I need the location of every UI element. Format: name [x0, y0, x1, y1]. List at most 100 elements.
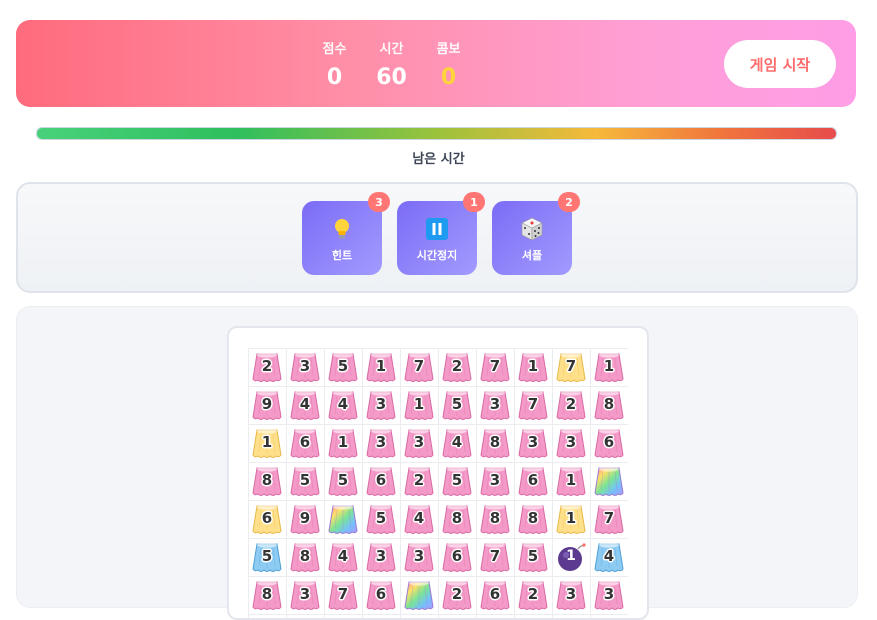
- candy-cell[interactable]: 5: [324, 348, 362, 386]
- candy-number: 3: [489, 471, 501, 489]
- candy-cell[interactable]: 4: [324, 386, 362, 424]
- candy-cell[interactable]: 5: [324, 462, 362, 500]
- candy-cell[interactable]: 6: [476, 576, 514, 614]
- candy-cell[interactable]: 3: [400, 424, 438, 462]
- rainbow-candy[interactable]: [324, 500, 362, 538]
- candy-cell[interactable]: 3: [362, 538, 400, 576]
- candy-cell[interactable]: 8: [476, 424, 514, 462]
- shuffle-item-button[interactable]: 셔플 2: [492, 192, 580, 275]
- candy-number: 3: [565, 585, 577, 603]
- game-board: 2 3 5 1 7 2 7 1 7 1 9 4 4 3 1 5 3 7 2 8 …: [227, 326, 649, 620]
- board-panel: 2 3 5 1 7 2 7 1 7 1 9 4 4 3 1 5 3 7 2 8 …: [16, 306, 858, 620]
- candy-cell[interactable]: 2: [514, 576, 552, 614]
- candy-cell[interactable]: 8: [476, 500, 514, 538]
- candy-cell[interactable]: 5: [438, 386, 476, 424]
- candy-cell[interactable]: 8: [438, 500, 476, 538]
- candy-cell[interactable]: 3: [514, 424, 552, 462]
- candy-cell[interactable]: 8: [286, 538, 324, 576]
- candy-cell[interactable]: 7: [514, 386, 552, 424]
- candy-cell[interactable]: 9: [286, 500, 324, 538]
- score-label: 점수: [322, 42, 347, 57]
- candy-number: 5: [299, 471, 311, 489]
- candy-cell[interactable]: 8: [514, 500, 552, 538]
- time-progress-fill: [37, 128, 836, 139]
- candy-cell[interactable]: 5: [514, 538, 552, 576]
- candy-cell[interactable]: 6: [248, 500, 286, 538]
- candy-cell[interactable]: 6: [590, 424, 628, 462]
- candy-cell[interactable]: 4: [286, 386, 324, 424]
- candy-cell[interactable]: 4: [438, 424, 476, 462]
- candy-cell[interactable]: 8: [590, 386, 628, 424]
- candy-cell[interactable]: 7: [400, 348, 438, 386]
- candy-cell[interactable]: 4: [590, 538, 628, 576]
- candy-cell[interactable]: 3: [362, 386, 400, 424]
- candy-cell[interactable]: 1: [552, 500, 590, 538]
- candy-cell[interactable]: 6: [438, 538, 476, 576]
- candy-number: 7: [337, 585, 349, 603]
- candy-number: 2: [565, 395, 577, 413]
- bomb-candy[interactable]: 1: [552, 538, 590, 576]
- candy-number: 4: [299, 395, 311, 413]
- candy-number: 6: [299, 433, 311, 451]
- candy-cell[interactable]: 6: [362, 576, 400, 614]
- candy-cell[interactable]: 3: [362, 424, 400, 462]
- candy-cell[interactable]: 5: [248, 538, 286, 576]
- candy-number: 1: [566, 548, 576, 564]
- candy-cell[interactable]: 2: [438, 576, 476, 614]
- candy-cell[interactable]: 1: [248, 424, 286, 462]
- candy-cell[interactable]: 1: [362, 348, 400, 386]
- candy-number: 3: [413, 547, 425, 565]
- candy-cell[interactable]: 1: [590, 348, 628, 386]
- candy-number: 1: [375, 357, 387, 375]
- candy-cell[interactable]: 1: [324, 424, 362, 462]
- candy-cell[interactable]: 3: [286, 576, 324, 614]
- candy-cell[interactable]: 2: [400, 462, 438, 500]
- candy-number: 7: [489, 357, 501, 375]
- candy-cell[interactable]: 2: [552, 386, 590, 424]
- candy-cell[interactable]: 3: [590, 576, 628, 614]
- candy-cell[interactable]: 7: [476, 538, 514, 576]
- candy-cell[interactable]: 7: [476, 348, 514, 386]
- candy-cell[interactable]: 3: [552, 576, 590, 614]
- rainbow-candy[interactable]: [590, 462, 628, 500]
- candy-cell[interactable]: 3: [476, 386, 514, 424]
- candy-cell[interactable]: 4: [324, 538, 362, 576]
- candy-cell[interactable]: 5: [286, 462, 324, 500]
- candy-cell[interactable]: 3: [476, 462, 514, 500]
- candy-cell[interactable]: 6: [362, 462, 400, 500]
- candy-cell[interactable]: 6: [514, 462, 552, 500]
- candy-cell[interactable]: 9: [248, 386, 286, 424]
- candy-number: 1: [565, 471, 577, 489]
- candy-cell[interactable]: 2: [248, 348, 286, 386]
- candy-number: 2: [413, 471, 425, 489]
- time-stop-item-button[interactable]: 시간정지 1: [397, 192, 485, 275]
- candy-number: 8: [489, 509, 501, 527]
- candy-number: 3: [413, 433, 425, 451]
- candy-cell[interactable]: 5: [362, 500, 400, 538]
- candy-cell[interactable]: 7: [552, 348, 590, 386]
- candy-cell[interactable]: 5: [438, 462, 476, 500]
- candy-cell[interactable]: 8: [248, 462, 286, 500]
- candy-cell[interactable]: 1: [400, 386, 438, 424]
- hint-item-label: 힌트: [331, 249, 353, 262]
- candy-number: 8: [261, 471, 273, 489]
- start-game-button[interactable]: 게임 시작: [724, 40, 836, 88]
- item-panel: 힌트 3 시간정지 1 셔플 2: [16, 182, 858, 293]
- candy-cell[interactable]: 1: [514, 348, 552, 386]
- candy-number: 6: [375, 471, 387, 489]
- candy-cell[interactable]: 3: [286, 348, 324, 386]
- candy-number: 1: [603, 357, 615, 375]
- candy-number: 4: [337, 547, 349, 565]
- candy-cell[interactable]: 3: [552, 424, 590, 462]
- candy-cell[interactable]: 7: [324, 576, 362, 614]
- candy-cell[interactable]: 2: [438, 348, 476, 386]
- hint-item-button[interactable]: 힌트 3: [302, 192, 390, 275]
- candy-cell[interactable]: 7: [590, 500, 628, 538]
- candy-cell[interactable]: 6: [286, 424, 324, 462]
- candy-cell[interactable]: 4: [400, 500, 438, 538]
- candy-cell[interactable]: 8: [248, 576, 286, 614]
- candy-cell[interactable]: 1: [552, 462, 590, 500]
- rainbow-candy[interactable]: [400, 576, 438, 614]
- candy-cell[interactable]: 3: [400, 538, 438, 576]
- candy-number: 4: [337, 395, 349, 413]
